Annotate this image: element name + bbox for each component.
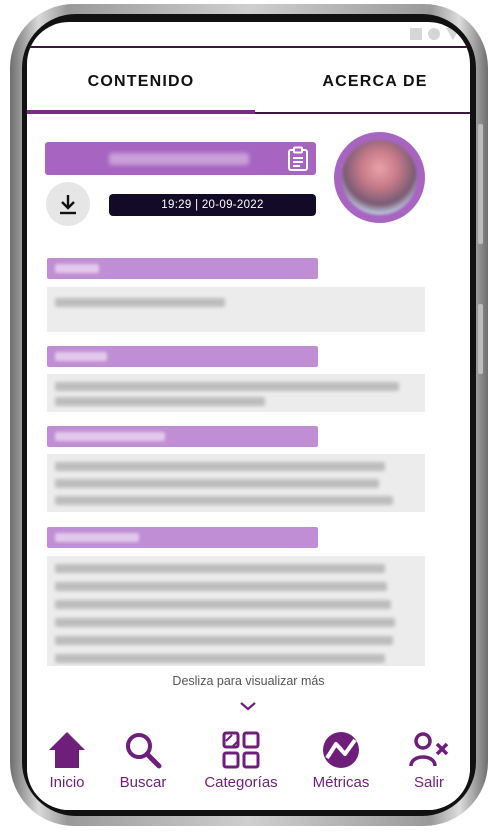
tab-acerca-de[interactable]: ACERCA DE — [285, 50, 465, 114]
logout-icon — [409, 732, 449, 767]
section-title — [47, 527, 318, 548]
avatar — [334, 132, 425, 223]
blurred-text — [55, 479, 379, 488]
status-bar — [27, 22, 470, 48]
blurred-text — [55, 600, 391, 609]
section-title — [47, 426, 318, 447]
blurred-text — [55, 298, 225, 307]
power-button — [478, 304, 483, 374]
download-icon — [60, 195, 76, 215]
search-icon — [126, 733, 162, 769]
nav-categorias[interactable]: Categorías — [199, 730, 283, 791]
blurred-text — [55, 654, 385, 663]
nav-label: Buscar — [119, 774, 167, 791]
section-title — [47, 258, 318, 279]
blurred-title — [55, 352, 107, 361]
blurred-title — [55, 432, 165, 441]
stop-icon — [410, 28, 422, 40]
blurred-text — [55, 582, 387, 591]
clipboard-icon[interactable] — [286, 146, 310, 172]
blurred-name — [109, 153, 249, 165]
nav-inicio[interactable]: Inicio — [27, 730, 107, 791]
blurred-text — [55, 564, 385, 573]
section-content — [47, 556, 425, 666]
section-content — [47, 374, 425, 412]
download-button[interactable] — [46, 182, 90, 226]
volume-button — [478, 124, 483, 244]
section-content — [47, 287, 425, 332]
blurred-text — [55, 496, 393, 505]
active-tab-indicator — [27, 110, 255, 114]
tab-contenido[interactable]: CONTENIDO — [27, 50, 255, 114]
nav-buscar[interactable]: Buscar — [103, 730, 183, 791]
blurred-title — [55, 264, 99, 273]
blurred-text — [55, 462, 385, 471]
blurred-text — [55, 397, 265, 406]
blurred-text — [55, 636, 393, 645]
scroll-hint: Desliza para visualizar más — [172, 674, 325, 688]
nav-label: Salir — [413, 774, 444, 791]
blurred-title — [55, 533, 139, 542]
nav-label: Categorías — [204, 774, 278, 791]
chevron-down-icon[interactable] — [239, 700, 257, 712]
blurred-text — [55, 618, 395, 627]
home-icon — [49, 732, 85, 768]
author-name-bar — [45, 142, 316, 175]
nav-label: Métricas — [312, 774, 370, 791]
datetime-badge: 19:29 | 20-09-2022 — [109, 194, 316, 216]
bottom-navigation: Inicio Buscar Categorías Métricas Salir — [27, 730, 470, 810]
nav-metricas[interactable]: Métricas — [299, 730, 383, 791]
metrics-icon — [323, 732, 359, 768]
circle-icon — [428, 28, 440, 40]
blurred-text — [55, 382, 399, 391]
nav-salir[interactable]: Salir — [389, 730, 469, 791]
triangle-icon — [446, 28, 460, 40]
section-content — [47, 454, 425, 512]
tab-bar: CONTENIDO ACERCA DE — [27, 50, 470, 114]
app-screen: CONTENIDO ACERCA DE 19:29 | 20-09-2022 D… — [27, 22, 470, 810]
nav-label: Inicio — [49, 774, 85, 791]
status-icons — [410, 28, 460, 40]
categories-icon — [222, 731, 260, 769]
avatar-image — [342, 140, 417, 215]
section-title — [47, 346, 318, 367]
